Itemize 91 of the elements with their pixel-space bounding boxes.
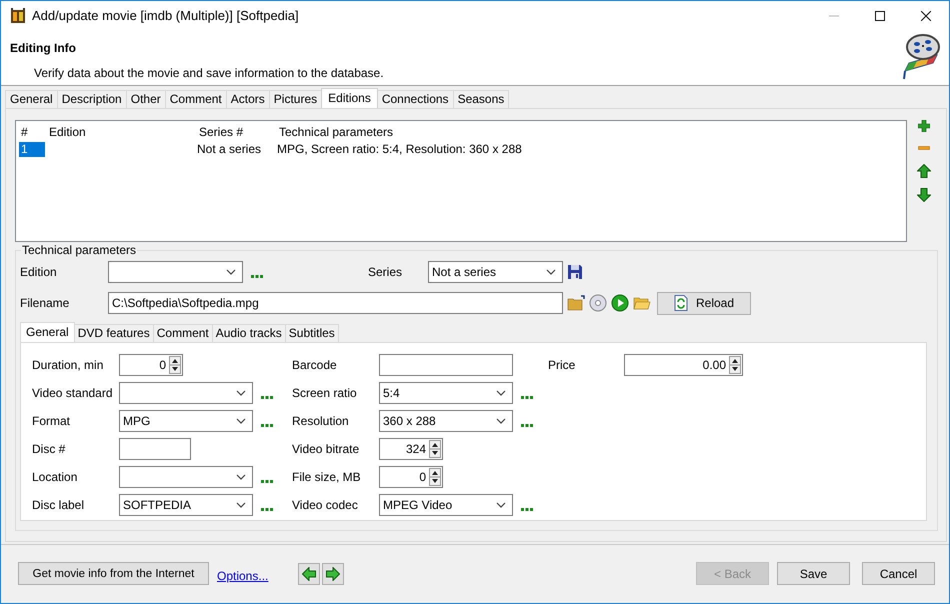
column-header[interactable]: Series # bbox=[197, 124, 277, 140]
dropdown[interactable]: MPG bbox=[119, 410, 253, 432]
dropdown[interactable]: 360 x 288 bbox=[379, 410, 513, 432]
field-label: Price bbox=[548, 356, 576, 372]
folder-icon[interactable] bbox=[633, 295, 651, 312]
cancel-button[interactable]: Cancel bbox=[862, 562, 935, 586]
more-icon[interactable] bbox=[251, 275, 263, 278]
close-icon bbox=[921, 10, 931, 20]
caret-icon bbox=[226, 268, 236, 276]
more-icon[interactable] bbox=[521, 508, 533, 511]
caret-icon bbox=[236, 388, 246, 397]
dropdown[interactable] bbox=[119, 466, 253, 488]
spin-field[interactable]: 324 bbox=[379, 438, 443, 460]
field-label: Location bbox=[32, 468, 78, 484]
field-label: Resolution bbox=[292, 412, 350, 428]
field-label: File size, MB bbox=[292, 468, 362, 484]
header-subtitle: Verify data about the movie and save information to the database. bbox=[34, 66, 384, 80]
add-icon[interactable] bbox=[918, 120, 930, 132]
tab[interactable]: General bbox=[5, 90, 58, 108]
tab[interactable]: General bbox=[20, 322, 75, 342]
tab[interactable]: Editions bbox=[321, 88, 378, 108]
reload-button[interactable]: Reload bbox=[657, 292, 751, 315]
field-label: Barcode bbox=[292, 356, 338, 372]
right-arrow-icon bbox=[326, 566, 340, 581]
field-label: Duration, min bbox=[32, 356, 104, 372]
up-arrow-icon[interactable] bbox=[917, 164, 931, 178]
group-title: Technical parameters bbox=[21, 242, 138, 257]
spinner-icon bbox=[429, 440, 441, 458]
dropdown[interactable]: MPEG Video bbox=[379, 494, 513, 516]
spinner-icon bbox=[169, 356, 181, 374]
play-icon[interactable] bbox=[611, 294, 629, 312]
header-title: Editing Info bbox=[10, 41, 77, 55]
caret-icon bbox=[496, 500, 506, 509]
options-link[interactable]: Options... bbox=[217, 568, 268, 583]
spin-field[interactable]: 0.00 bbox=[624, 354, 743, 376]
more-icon[interactable] bbox=[261, 480, 273, 483]
table-cell-text: MPG, Screen ratio: 5:4, Resolution: 360 x 288 bbox=[276, 142, 522, 157]
film-reel-icon bbox=[901, 33, 941, 81]
more-icon[interactable] bbox=[521, 396, 533, 399]
caret-icon bbox=[496, 416, 506, 425]
field-label: Video bitrate bbox=[292, 440, 360, 456]
more-icon[interactable] bbox=[521, 424, 533, 427]
field-label: Disc # bbox=[32, 440, 66, 456]
save-button[interactable]: Save bbox=[777, 562, 850, 586]
caret-icon bbox=[496, 388, 506, 397]
field-label: Series bbox=[368, 265, 404, 280]
folder-icon[interactable] bbox=[567, 295, 585, 312]
field-label: Video codec bbox=[292, 496, 359, 512]
left-arrow-icon bbox=[302, 566, 316, 581]
spin-field[interactable]: 0 bbox=[379, 466, 443, 488]
spinner-icon bbox=[729, 356, 741, 374]
more-icon[interactable] bbox=[261, 508, 273, 511]
down-arrow-icon[interactable] bbox=[917, 188, 931, 202]
dropdown[interactable]: 5:4 bbox=[379, 382, 513, 404]
field-label: Filename bbox=[20, 296, 70, 310]
field-label: Disc label bbox=[32, 496, 86, 512]
table-cell: 1 bbox=[19, 142, 45, 157]
caret-icon bbox=[546, 268, 556, 276]
film-icon bbox=[10, 8, 26, 24]
tab[interactable]: Description bbox=[56, 90, 127, 108]
column-header[interactable]: Technical parameters bbox=[277, 124, 394, 140]
field-label: Video standard bbox=[32, 384, 114, 400]
caret-icon bbox=[236, 416, 246, 425]
column-header[interactable]: Edition bbox=[47, 124, 197, 140]
tab[interactable]: Subtitles bbox=[284, 324, 339, 342]
internet-button[interactable]: Get movie info from the Internet bbox=[18, 562, 209, 586]
series-dropdown[interactable]: Not a series bbox=[428, 261, 563, 284]
window-title: Add/update movie [imdb (Multiple)] [Softpedia] bbox=[32, 8, 300, 23]
refresh-icon bbox=[674, 295, 688, 312]
maximize-icon bbox=[875, 10, 885, 20]
table-cell-text: Not a series bbox=[196, 142, 262, 157]
column-header[interactable]: # bbox=[19, 124, 47, 140]
input-field[interactable] bbox=[119, 438, 191, 460]
field-label: Edition bbox=[20, 265, 58, 280]
filename-field[interactable]: C:\Softpedia\Softpedia.mpg bbox=[108, 292, 563, 314]
spinner-icon bbox=[429, 468, 441, 486]
tab[interactable]: Seasons bbox=[452, 90, 510, 108]
input-field[interactable] bbox=[379, 354, 513, 376]
field-label: Screen ratio bbox=[292, 384, 358, 400]
more-icon[interactable] bbox=[261, 396, 273, 399]
edition-dropdown[interactable] bbox=[108, 261, 243, 284]
field-label: Format bbox=[32, 412, 72, 428]
spin-field[interactable]: 0 bbox=[119, 354, 183, 376]
caret-icon bbox=[236, 472, 246, 481]
disc-icon[interactable] bbox=[589, 294, 607, 312]
next-button[interactable] bbox=[322, 562, 344, 585]
caret-icon bbox=[236, 500, 246, 509]
more-icon[interactable] bbox=[261, 424, 273, 427]
previous-button[interactable] bbox=[298, 562, 320, 585]
dropdown[interactable]: SOFTPEDIA bbox=[119, 494, 253, 516]
dropdown[interactable] bbox=[119, 382, 253, 404]
